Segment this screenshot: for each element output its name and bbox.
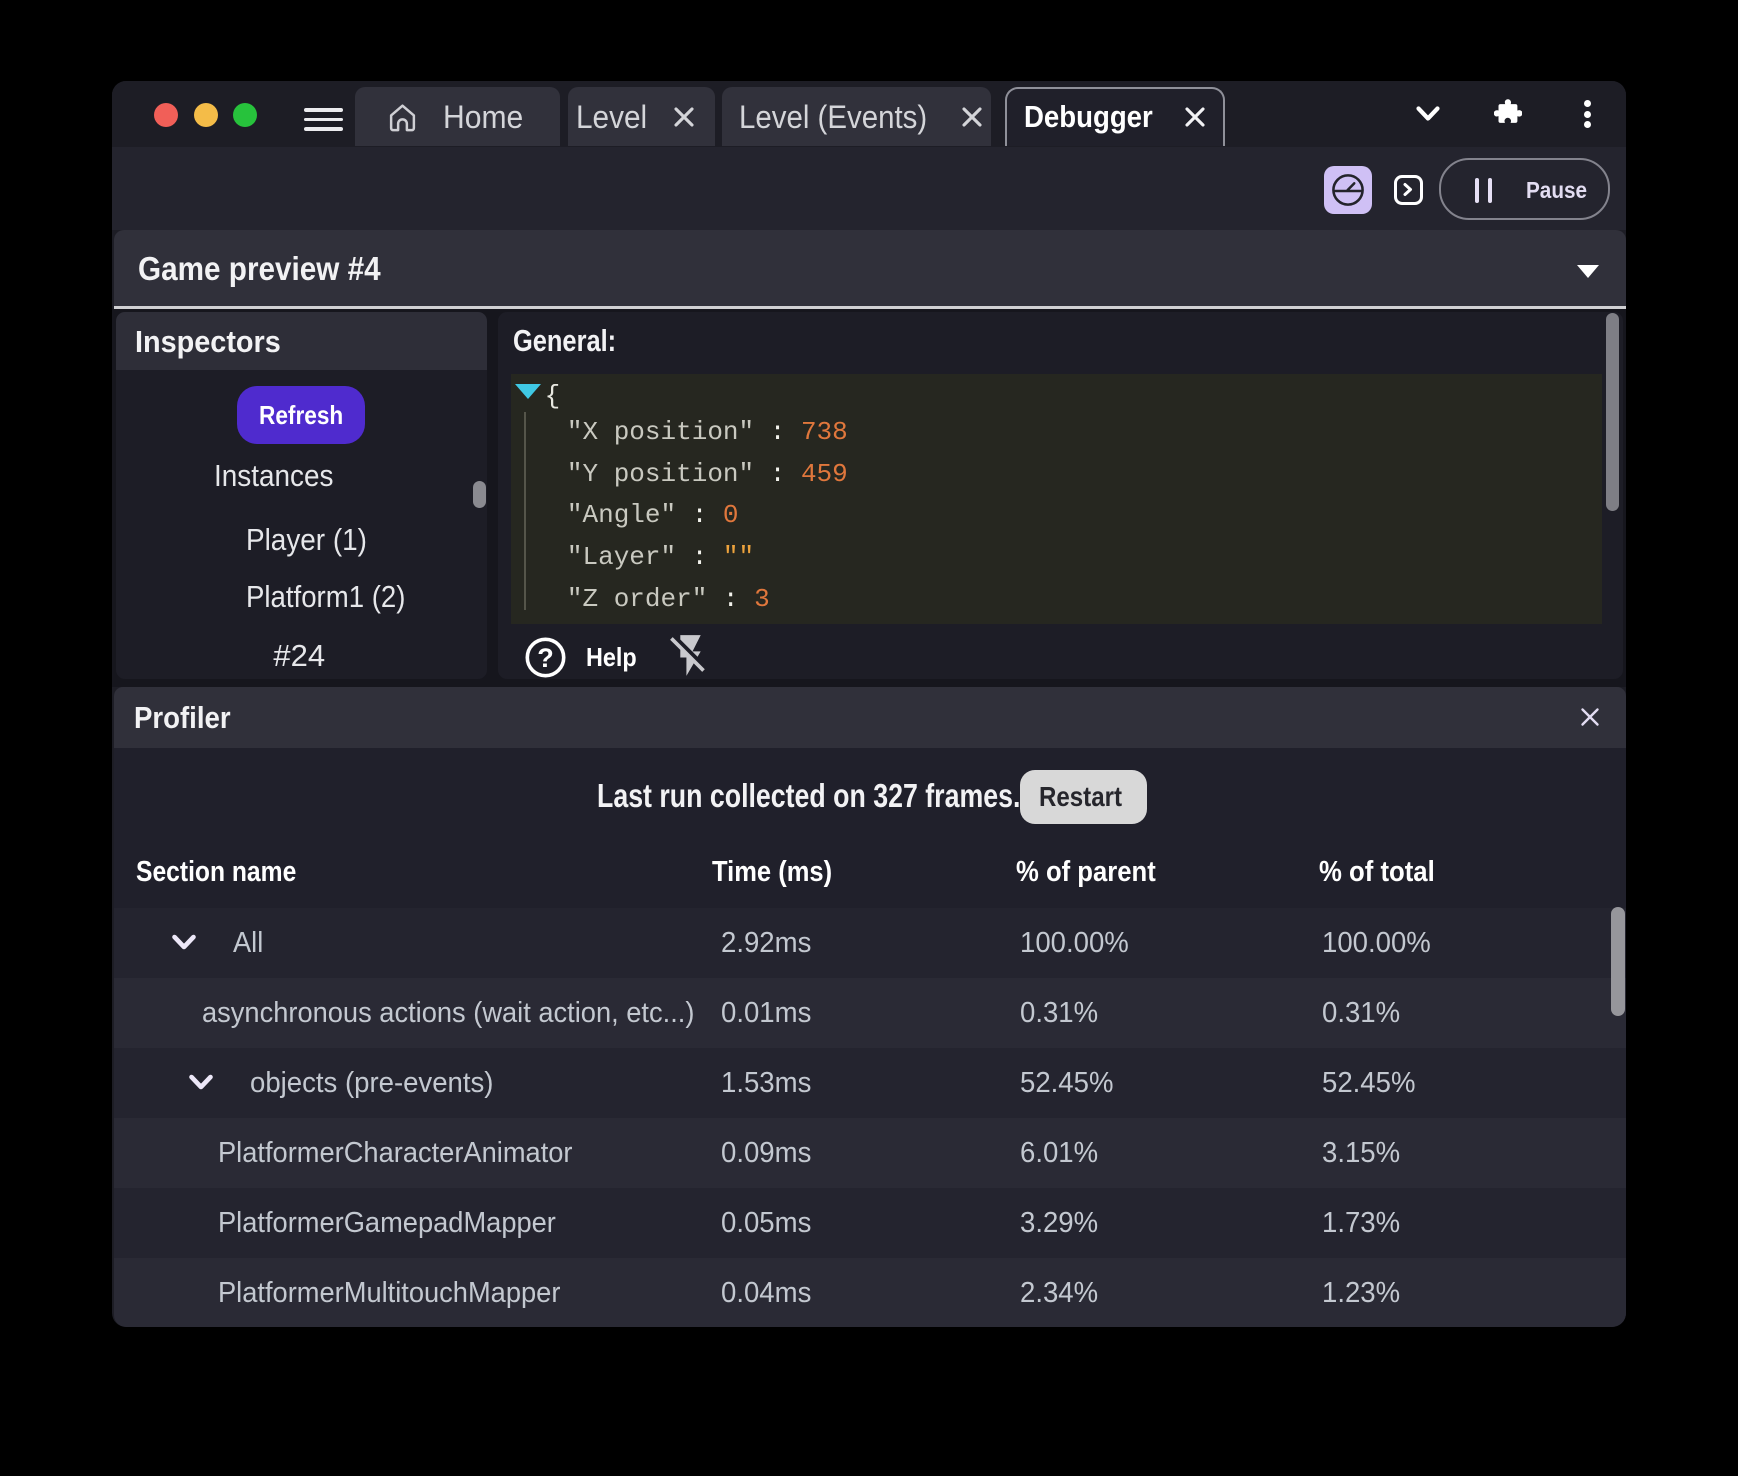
svg-text:?: ?	[537, 643, 554, 673]
